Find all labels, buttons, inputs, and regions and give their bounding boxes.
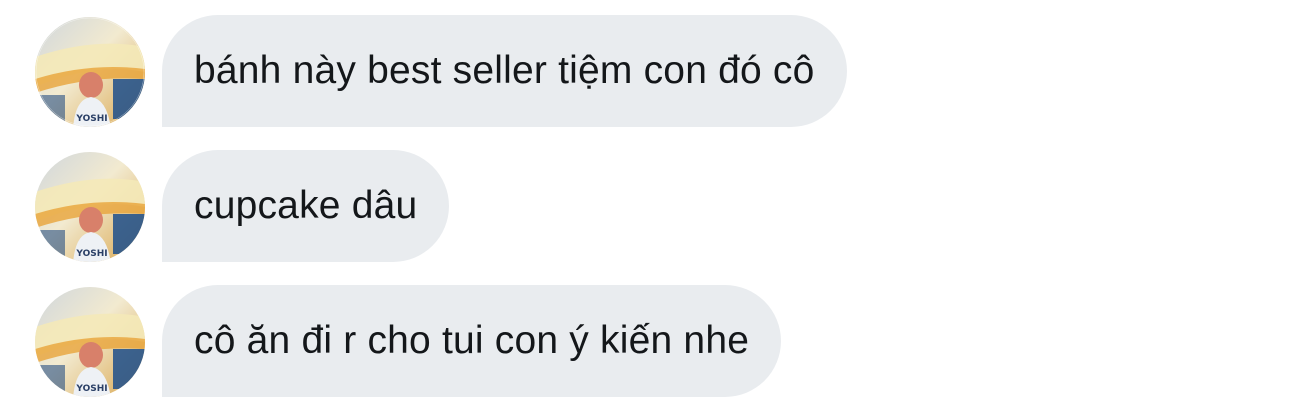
message-row: YOSHI bánh này best seller tiệm con đó c… xyxy=(0,0,1290,127)
user-avatar[interactable]: YOSHI xyxy=(35,17,145,127)
message-bubble[interactable]: cupcake dâu xyxy=(162,150,450,262)
user-avatar-icon: YOSHI xyxy=(35,287,145,397)
user-avatar[interactable]: YOSHI xyxy=(35,152,145,262)
message-bubble[interactable]: cô ăn đi r cho tui con ý kiến nhe xyxy=(162,285,782,397)
user-avatar-icon: YOSHI xyxy=(35,152,145,262)
message-text: cupcake dâu xyxy=(194,184,418,227)
user-avatar-icon: YOSHI xyxy=(35,17,145,127)
message-bubble[interactable]: bánh này best seller tiệm con đó cô xyxy=(162,15,847,127)
avatar-jersey-label: YOSHI xyxy=(75,114,107,124)
message-text: cô ăn đi r cho tui con ý kiến nhe xyxy=(194,319,750,362)
avatar-jersey-label: YOSHI xyxy=(75,249,107,259)
message-row: YOSHI cô ăn đi r cho tui con ý kiến nhe xyxy=(0,270,1290,397)
message-text: bánh này best seller tiệm con đó cô xyxy=(194,49,815,92)
message-row: YOSHI cupcake dâu xyxy=(0,135,1290,262)
avatar-jersey-label: YOSHI xyxy=(75,384,107,394)
user-avatar[interactable]: YOSHI xyxy=(35,287,145,397)
